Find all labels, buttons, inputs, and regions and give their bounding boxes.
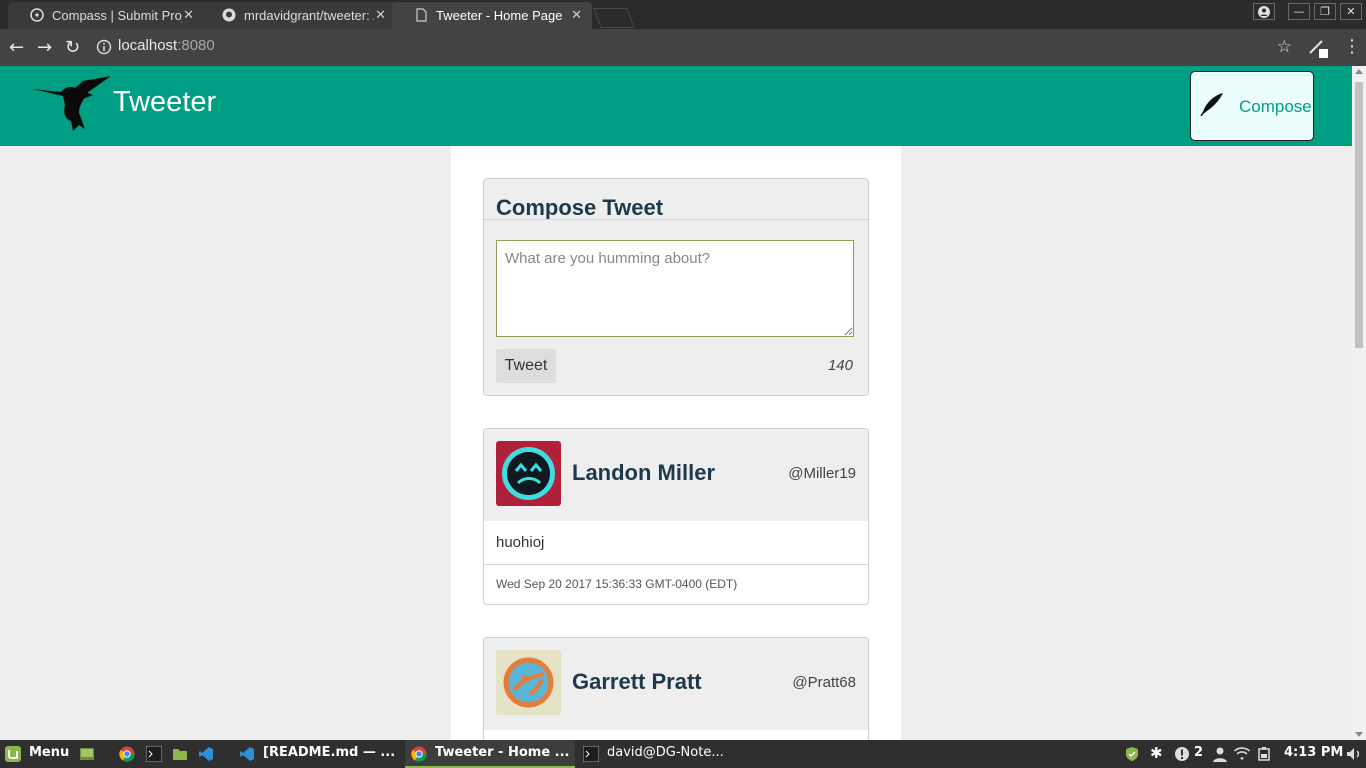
address-bar[interactable]: localhost:8080 ☆ [92,34,1300,61]
vscode-icon[interactable] [198,746,214,762]
tab-tweeter[interactable]: Tweeter - Home Page ✕ [392,2,592,29]
tab-title: mrdavidgrant/tweeter: / [244,8,374,23]
tweet-author-name: Landon Miller [572,460,715,485]
menu-kebab-icon[interactable]: ⋮ [1343,36,1361,57]
compose-tweet-panel: Compose Tweet Tweet 140 [483,178,869,396]
chrome-icon [411,746,427,762]
user-icon[interactable] [1212,746,1228,762]
taskbar-window-terminal[interactable]: david@DG-Note... [577,740,747,768]
extension-icon[interactable] [1308,37,1330,59]
avatar [496,650,561,715]
clock: 4:13 PM [1284,745,1344,760]
main-container: Compose Tweet Tweet 140 Landon Miller @M… [451,146,901,740]
volume-icon[interactable] [1346,746,1362,762]
mint-logo-icon[interactable] [5,746,21,762]
page-icon [416,8,427,22]
tweet-author-handle: @Miller19 [788,465,856,482]
scroll-up-icon[interactable] [1355,69,1363,74]
start-menu-button[interactable]: Menu [29,745,69,760]
tweet-card: Garrett Pratt @Pratt68 [483,637,869,740]
shield-icon[interactable] [1124,746,1140,762]
browser-toolbar: ← → ↻ localhost:8080 ☆ ⋮ [0,29,1366,66]
bookmark-star-icon[interactable]: ☆ [1277,37,1292,57]
vscode-icon [240,747,254,761]
taskbar-window-label: david@DG-Note... [607,745,724,760]
maximize-button[interactable]: ❐ [1314,3,1336,20]
compose-toggle-button[interactable]: Compose [1190,71,1314,141]
terminal-icon[interactable] [146,746,162,762]
battery-icon[interactable] [1257,746,1273,762]
profile-icon[interactable] [1253,3,1275,20]
tweet-author-name: Garrett Pratt [572,669,702,694]
page-scrollbar[interactable] [1352,66,1366,740]
compose-label: Compose [1239,97,1312,116]
scroll-down-icon[interactable] [1355,732,1363,737]
info-icon[interactable] [96,39,112,55]
minimize-button[interactable]: — [1288,3,1310,20]
compose-title: Compose Tweet [496,195,664,220]
brand-name: Tweeter [113,86,217,118]
close-window-button[interactable]: ✕ [1340,3,1362,20]
wifi-icon[interactable] [1234,746,1250,762]
show-desktop-icon[interactable] [79,746,95,762]
close-icon[interactable]: ✕ [183,7,194,23]
compass-icon [30,8,44,22]
character-counter: 140 [827,357,853,374]
close-icon[interactable]: ✕ [375,7,386,23]
github-icon [222,8,236,22]
tweet-content: huohioj [496,534,545,551]
taskbar-window-label: Tweeter - Home ... [435,745,570,760]
taskbar-window-label: [README.md — ... [263,745,396,760]
taskbar-window-vscode[interactable]: [README.md — ... [233,740,403,768]
tab-compass[interactable]: Compass | Submit Proj ✕ [8,2,204,29]
scrollbar-thumb[interactable] [1355,82,1363,348]
back-icon[interactable]: ← [9,37,24,58]
alert-icon[interactable] [1174,746,1190,762]
web-page: Tweeter Compose Compose Tweet Tweet 140 [0,66,1352,740]
tab-title: Tweeter - Home Page [436,8,563,23]
tweet-author-handle: @Pratt68 [792,674,856,691]
tweet-submit-button[interactable]: Tweet [496,349,556,383]
terminal-icon [583,746,599,762]
folder-icon[interactable] [172,746,188,762]
tweet-card: Landon Miller @Miller19 huohioj Wed Sep … [483,428,869,605]
reload-icon[interactable]: ↻ [65,37,80,58]
tab-title: Compass | Submit Proj [52,8,182,23]
site-header: Tweeter Compose [0,66,1352,146]
avatar [496,441,561,506]
tab-github[interactable]: mrdavidgrant/tweeter: / ✕ [200,2,396,29]
divider [484,219,868,220]
hummingbird-logo-icon [33,76,111,131]
new-tab-button[interactable] [593,8,635,28]
tweet-textarea[interactable] [496,240,854,337]
forward-icon[interactable]: → [37,37,52,58]
pen-icon [1200,93,1223,117]
tweet-header: Landon Miller @Miller19 [484,429,868,521]
tweet-timestamp: Wed Sep 20 2017 15:36:33 GMT-0400 (EDT) [496,577,738,591]
divider [484,564,868,565]
chrome-icon[interactable] [119,746,135,762]
url-text: localhost:8080 [118,37,215,54]
tweet-header: Garrett Pratt @Pratt68 [484,638,868,730]
notification-count: 2 [1194,745,1204,760]
os-taskbar: Menu [README.md — ... Tweeter - Home ...… [0,740,1366,768]
close-icon[interactable]: ✕ [571,7,582,23]
settings-gear-icon[interactable]: ✱ [1150,744,1163,762]
taskbar-window-chrome[interactable]: Tweeter - Home ... [405,740,575,768]
browser-tab-strip: Compass | Submit Proj ✕ mrdavidgrant/twe… [0,0,1366,29]
